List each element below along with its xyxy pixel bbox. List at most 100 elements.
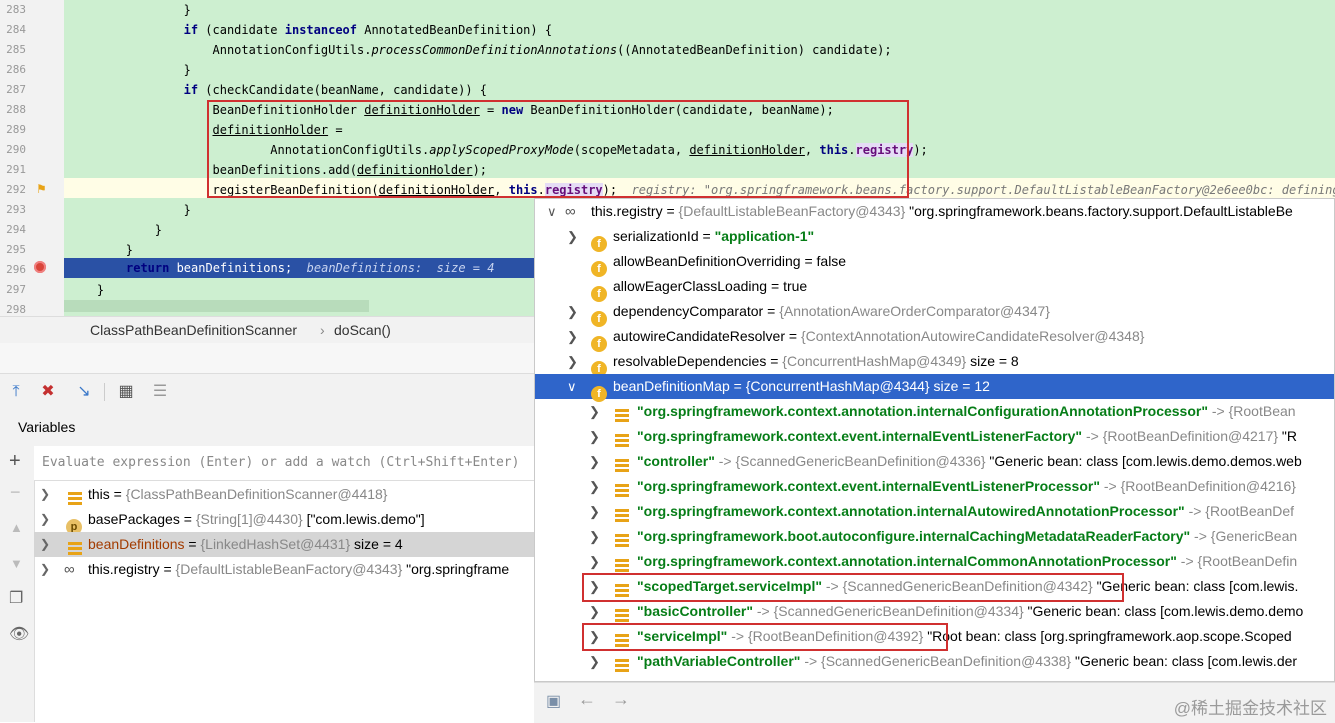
- expand-chevron-icon[interactable]: ❯: [589, 474, 600, 499]
- variable-row-basepackages[interactable]: ❯ p basePackages = {String[1]@4430} ["co…: [34, 507, 534, 532]
- field-name: autowireCandidateResolver: [613, 328, 785, 344]
- variable-value: {LinkedHashSet@4431}: [200, 536, 351, 552]
- field-name: resolvableDependencies: [613, 353, 767, 369]
- drop-frame-icon[interactable]: ✖: [38, 382, 58, 402]
- entry-key: "org.springframework.context.event.inter…: [637, 428, 1083, 444]
- remove-watch-icon[interactable]: −: [10, 482, 21, 503]
- expand-chevron-icon[interactable]: ❯: [567, 349, 578, 374]
- arrow: ->: [718, 453, 732, 469]
- expand-chevron-icon[interactable]: ❯: [40, 557, 50, 582]
- collapse-chevron-icon[interactable]: ∨: [547, 199, 557, 224]
- map-entry-row[interactable]: ❯ "org.springframework.context.annotation…: [535, 499, 1334, 524]
- expand-chevron-icon[interactable]: ❯: [567, 224, 578, 249]
- registry-inspect-popup[interactable]: ∨ ∞ this.registry = {DefaultListableBean…: [534, 198, 1335, 682]
- map-entry-row[interactable]: ❯ "basicController" -> {ScannedGenericBea…: [535, 599, 1334, 624]
- view-icon[interactable]: 👁: [9, 624, 29, 644]
- forward-arrow-icon[interactable]: →: [612, 689, 630, 710]
- entry-icon: [615, 484, 629, 498]
- copy-icon[interactable]: ❐: [9, 588, 23, 608]
- breakpoint-icon[interactable]: [34, 261, 46, 273]
- variable-row-beandefinitions[interactable]: ❯ beanDefinitions = {LinkedHashSet@4431}…: [34, 532, 534, 557]
- add-watch-icon[interactable]: +: [9, 450, 21, 473]
- code-line-296: return beanDefinitions; beanDefinitions:…: [126, 261, 495, 275]
- popup-root-row[interactable]: ∨ ∞ this.registry = {DefaultListableBean…: [535, 199, 1334, 224]
- breadcrumb-class[interactable]: ClassPathBeanDefinitionScanner: [90, 317, 297, 343]
- trace-settings-icon[interactable]: ☰: [150, 382, 170, 402]
- code-line-284: if (candidate instanceof AnnotatedBeanDe…: [183, 23, 553, 37]
- expand-chevron-icon[interactable]: ❯: [40, 482, 50, 507]
- watch-glasses-icon: ∞: [565, 203, 576, 220]
- field-value: {ContextAnnotationAutowireCandidateResol…: [800, 328, 1145, 344]
- evaluate-table-icon[interactable]: ▦: [116, 382, 136, 402]
- field-value: true: [783, 278, 808, 294]
- line-number: 297: [6, 283, 26, 296]
- expand-chevron-icon[interactable]: ❯: [589, 524, 600, 549]
- code-line-286: }: [68, 63, 191, 77]
- entry-value: {GenericBean: [1210, 528, 1298, 544]
- expand-chevron-icon[interactable]: ❯: [589, 399, 600, 424]
- entry-key: "org.springframework.context.annotation.…: [637, 503, 1185, 519]
- popup-field-row[interactable]: f allowBeanDefinitionOverriding = false: [535, 249, 1334, 277]
- map-entry-row[interactable]: ❯ "org.springframework.context.annotation…: [535, 549, 1334, 574]
- popup-field-row[interactable]: ∨ f beanDefinitionMap = {ConcurrentHashMap…: [535, 374, 1334, 402]
- entry-value: {ScannedGenericBeanDefinition@4334}: [773, 603, 1024, 619]
- evaluate-expression-input[interactable]: Evaluate expression (Enter) or add a wat…: [34, 446, 534, 481]
- expand-chevron-icon[interactable]: ❯: [589, 424, 600, 449]
- variable-row-this[interactable]: ❯ this = {ClassPathBeanDefinitionScanner…: [34, 482, 534, 507]
- run-to-cursor-icon[interactable]: ↘: [74, 382, 94, 402]
- map-entry-row[interactable]: ❯ "org.springframework.context.event.inte…: [535, 474, 1334, 499]
- variable-name: basePackages: [88, 511, 180, 527]
- breadcrumb-method[interactable]: doScan(): [334, 317, 391, 343]
- entry-value: {RootBeanDefinition@4217}: [1102, 428, 1279, 444]
- line-number: 288: [6, 103, 26, 116]
- field-icon: [68, 492, 82, 506]
- field-value: {AnnotationAwareOrderComparator@4347}: [779, 303, 1050, 319]
- expand-chevron-icon[interactable]: ❯: [40, 532, 50, 557]
- expand-chevron-icon[interactable]: ❯: [567, 324, 578, 349]
- highlight-box-scopedtarget: [582, 573, 1124, 602]
- expand-chevron-icon[interactable]: ❯: [589, 549, 600, 574]
- entry-value: {RootBeanDef: [1205, 503, 1295, 519]
- entry-extra: "R: [1281, 428, 1298, 444]
- collapse-chevron-icon[interactable]: ∨: [567, 374, 577, 399]
- entry-extra: "Generic bean: class [com.lewis.demo.dem…: [1027, 603, 1304, 619]
- map-entry-row[interactable]: ❯ "controller" -> {ScannedGenericBeanDefi…: [535, 449, 1334, 474]
- equals-sign: =: [767, 303, 776, 319]
- expand-chevron-icon[interactable]: ❯: [589, 649, 600, 674]
- editor-gutter[interactable]: 283 284 285 286 287 288 289 290 291 292 293 294 295 2…: [0, 0, 64, 316]
- popup-field-row[interactable]: f allowEagerClassLoading = true: [535, 274, 1334, 302]
- map-entry-row[interactable]: ❯ "pathVariableController" -> {ScannedGen…: [535, 649, 1334, 674]
- popup-field-row[interactable]: ❯ f dependencyComparator = {AnnotationAwar…: [535, 299, 1334, 327]
- expand-chevron-icon[interactable]: ❯: [589, 499, 600, 524]
- field-value: {ConcurrentHashMap@4344}: [745, 378, 930, 394]
- popup-field-row[interactable]: ❯ f autowireCandidateResolver = {ContextAn…: [535, 324, 1334, 352]
- editor-scrollbar[interactable]: [64, 300, 369, 312]
- back-arrow-icon[interactable]: ←: [578, 689, 596, 710]
- pin-to-top-icon[interactable]: ▣: [546, 691, 561, 711]
- entry-value: {RootBeanDefin: [1197, 553, 1298, 569]
- variable-value: {DefaultListableBeanFactory@4343}: [175, 561, 403, 577]
- root-extra: "org.springframework.beans.factory.suppo…: [909, 203, 1293, 219]
- map-entry-row[interactable]: ❯ "org.springframework.context.event.inte…: [535, 424, 1334, 449]
- map-entry-row[interactable]: ❯ "org.springframework.boot.autoconfigure…: [535, 524, 1334, 549]
- move-down-icon[interactable]: ▼: [10, 556, 23, 571]
- field-extra: size = 12: [933, 378, 990, 394]
- map-entry-row[interactable]: ❯ "org.springframework.context.annotation…: [535, 399, 1334, 424]
- popup-field-row[interactable]: ❯ f serializationId = "application-1": [535, 224, 1334, 252]
- highlight-box-register: [207, 100, 909, 198]
- entry-extra: "Root bean: class [org.springframework.a…: [927, 628, 1292, 644]
- entry-extra: "Generic bean: class [com.lewis.der: [1075, 653, 1298, 669]
- expand-chevron-icon[interactable]: ❯: [567, 299, 578, 324]
- expand-chevron-icon[interactable]: ❯: [589, 599, 600, 624]
- variable-row-registry[interactable]: ❯ ∞ this.registry = {DefaultListableBean…: [34, 557, 534, 582]
- parameter-icon: p: [66, 519, 82, 532]
- step-out-icon[interactable]: ⤒: [6, 382, 26, 402]
- expand-chevron-icon[interactable]: ❯: [40, 507, 50, 532]
- entry-key: "pathVariableController": [637, 653, 801, 669]
- popup-field-row[interactable]: ❯ f resolvableDependencies = {ConcurrentHa…: [535, 349, 1334, 377]
- move-up-icon[interactable]: ▲: [10, 520, 23, 535]
- bookmark-icon[interactable]: ⚑: [36, 182, 47, 196]
- expand-chevron-icon[interactable]: ❯: [589, 449, 600, 474]
- equals-sign: =: [770, 353, 779, 369]
- toolbar-divider: [104, 383, 105, 401]
